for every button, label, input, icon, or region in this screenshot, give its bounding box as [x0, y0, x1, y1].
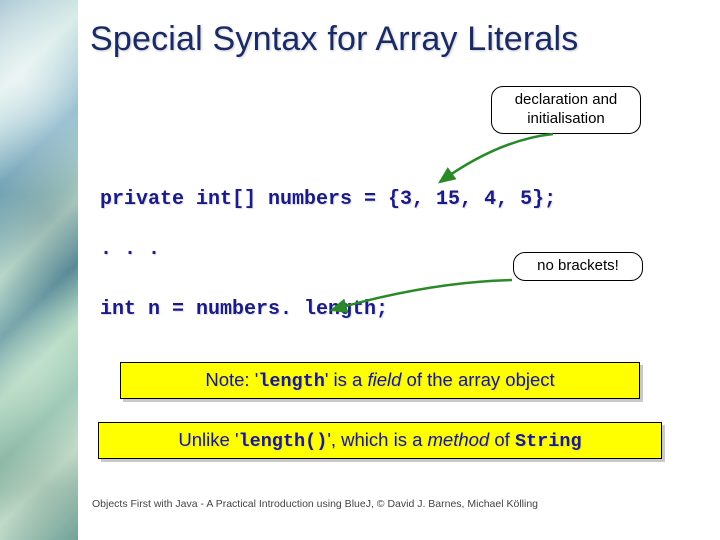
- note-italic: method: [428, 429, 490, 450]
- note-code: String: [515, 431, 582, 452]
- slide-title: Special Syntax for Array Literals: [90, 20, 578, 59]
- note-text: ', which is a: [327, 429, 427, 450]
- slide-footer: Objects First with Java - A Practical In…: [92, 498, 538, 510]
- callout-declaration: declaration and initialisation: [491, 86, 641, 134]
- note-text: ' is a: [325, 369, 368, 390]
- code-ellipsis: . . .: [100, 238, 160, 261]
- note-text: of: [489, 429, 515, 450]
- note-text: of the array object: [401, 369, 554, 390]
- note-code: length(): [239, 431, 328, 452]
- code-line-declaration: private int[] numbers = {3, 15, 4, 5};: [100, 188, 556, 211]
- note-length-method: Unlike 'length()', which is a method of …: [98, 422, 662, 459]
- note-italic: field: [367, 369, 401, 390]
- note-length-field: Note: 'length' is a field of the array o…: [120, 362, 640, 399]
- note-code: length: [258, 371, 325, 392]
- note-text: Unlike ': [178, 429, 238, 450]
- code-line-length: int n = numbers. length;: [100, 298, 388, 321]
- arrow-to-array-literal: [428, 130, 568, 190]
- decorative-sidebar: [0, 0, 78, 540]
- note-text: Note: ': [205, 369, 258, 390]
- slide-content: Special Syntax for Array Literals declar…: [78, 0, 720, 540]
- callout-no-brackets: no brackets!: [513, 252, 643, 281]
